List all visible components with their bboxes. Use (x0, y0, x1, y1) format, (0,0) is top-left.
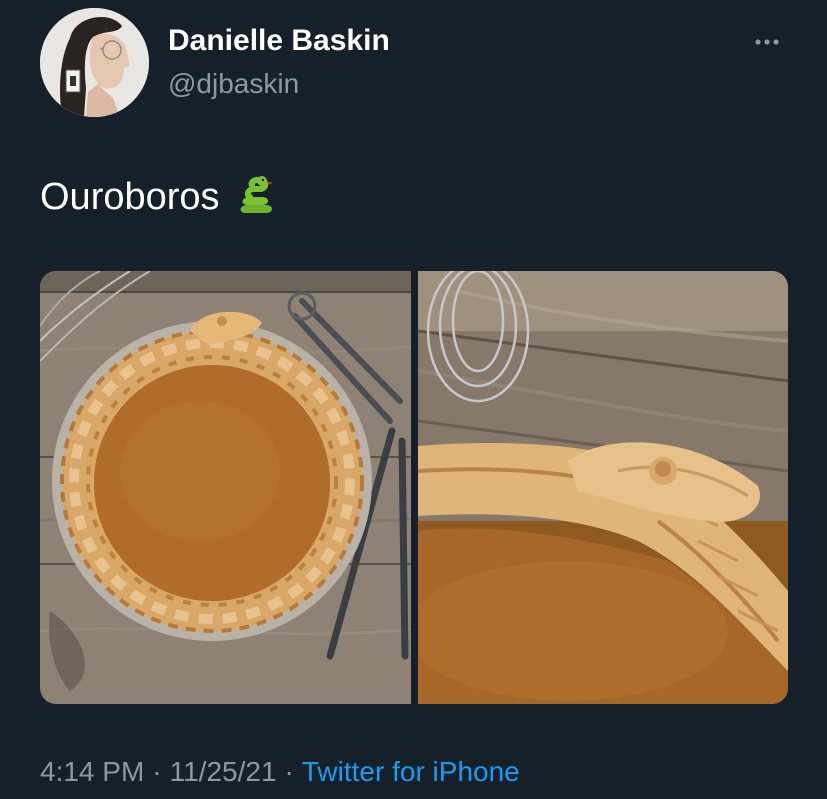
avatar[interactable] (40, 8, 149, 117)
pie-photo-icon (40, 271, 411, 704)
tweet-photo-1[interactable] (40, 271, 411, 704)
tweet-date[interactable]: 11/25/21 (170, 756, 277, 787)
tweet-photo-2[interactable] (418, 271, 788, 704)
tweet-source-link[interactable]: Twitter for iPhone (302, 756, 520, 787)
meta-separator: · (284, 756, 294, 787)
author-display-name[interactable]: Danielle Baskin (168, 24, 390, 58)
pie-closeup-photo-icon (418, 271, 788, 704)
profile-photo-icon (40, 8, 149, 117)
tweet-media (40, 271, 788, 704)
meta-separator: · (152, 756, 162, 787)
tweet-meta: 4:14 PM · 11/25/21 · Twitter for iPhone (40, 756, 520, 788)
more-options-button[interactable] (750, 28, 790, 56)
tweet-text: Ouroboros (40, 175, 280, 219)
tweet-text-content: Ouroboros (40, 175, 220, 218)
tweet-time[interactable]: 4:14 PM (40, 756, 144, 787)
author-handle[interactable]: @djbaskin (168, 68, 299, 100)
snake-emoji-icon (236, 175, 280, 219)
more-dots-icon (755, 39, 779, 45)
